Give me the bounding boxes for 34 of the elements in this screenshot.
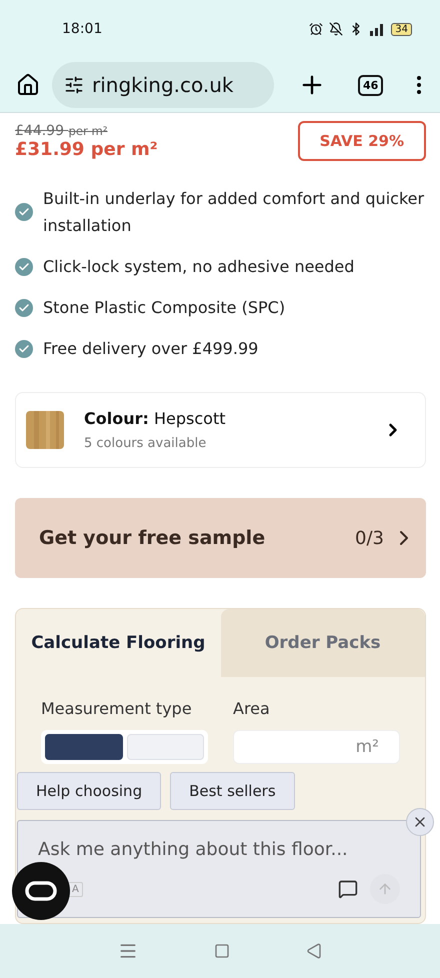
feature-text: Click-lock system, no adhesive needed — [43, 256, 354, 278]
field-label: Measurement type — [41, 699, 193, 718]
current-price: £31.99 per m² — [15, 138, 158, 160]
field-label: Area — [233, 699, 271, 718]
address-bar[interactable]: ringking.co.uk — [52, 62, 274, 108]
site-settings-icon[interactable] — [64, 75, 84, 95]
suggestion-chip[interactable]: Help choosing — [17, 772, 162, 810]
check-icon — [15, 340, 33, 358]
colour-name: Colour: Hepscott — [84, 409, 226, 428]
status-time: 18:01 — [62, 21, 102, 37]
area-field[interactable]: m² — [233, 730, 400, 764]
home-nav-icon[interactable] — [214, 943, 230, 959]
save-badge: SAVE 29% — [298, 121, 426, 161]
colour-count: 5 colours available — [84, 436, 208, 451]
alarm-icon — [309, 22, 324, 36]
signal-icon — [369, 22, 386, 36]
mute-icon — [329, 22, 344, 36]
feature-text: Stone Plastic Composite (SPC) — [43, 297, 286, 319]
logo-icon — [25, 881, 57, 901]
suggestion-chip[interactable]: Best sellers — [170, 772, 295, 810]
old-price: £44.99 per m² — [15, 122, 109, 138]
battery-level: 34 — [391, 22, 412, 36]
free-sample-button[interactable]: Get your free sample 0/3 — [15, 498, 426, 578]
check-icon — [15, 258, 33, 276]
check-icon — [15, 203, 33, 221]
check-icon — [15, 298, 33, 316]
tab-count-button[interactable]: 46 — [358, 74, 384, 96]
back-icon[interactable] — [306, 943, 322, 959]
chat-input[interactable]: Ask me anything about this floor... — [38, 839, 400, 860]
feature-text: Built-in underlay for added comfort and quicker installation — [43, 188, 426, 237]
chat-icon[interactable] — [338, 879, 358, 899]
calculator-tab[interactable]: Order Packs — [220, 609, 425, 677]
colour-selector[interactable]: Colour: Hepscott 5 colours available — [15, 392, 426, 468]
feature-text: Free delivery over £499.99 — [43, 338, 258, 360]
